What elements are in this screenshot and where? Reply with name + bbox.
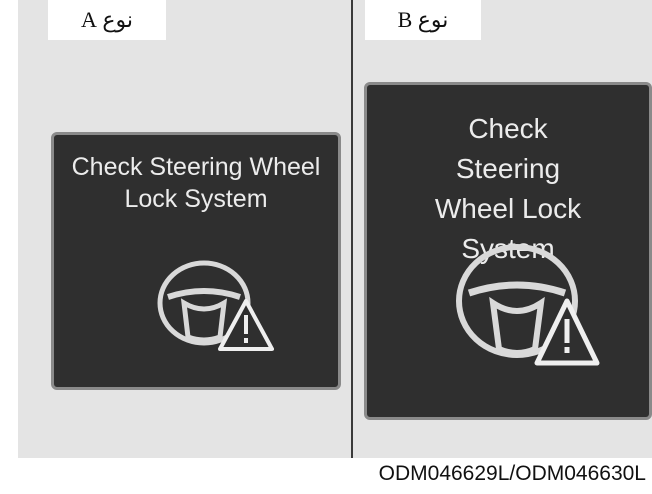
steering-wheel-warning-icon bbox=[157, 260, 274, 351]
warning-triangle-icon bbox=[218, 299, 274, 351]
divider-line bbox=[351, 0, 353, 458]
warning-triangle-icon bbox=[534, 298, 600, 366]
type-b-display: Check Steering Wheel Lock System bbox=[364, 82, 652, 420]
figure-code: ODM046629L/ODM046630L bbox=[378, 462, 646, 485]
figure-area: نوع A نوع B Check Steering Wheel Lock Sy… bbox=[18, 0, 652, 458]
type-a-message: Check Steering Wheel Lock System bbox=[71, 153, 321, 213]
type-b-label: نوع B bbox=[365, 0, 481, 40]
type-a-display: Check Steering Wheel Lock System bbox=[51, 132, 341, 390]
type-a-label: نوع A bbox=[48, 0, 166, 40]
steering-wheel-warning-icon bbox=[456, 244, 600, 366]
